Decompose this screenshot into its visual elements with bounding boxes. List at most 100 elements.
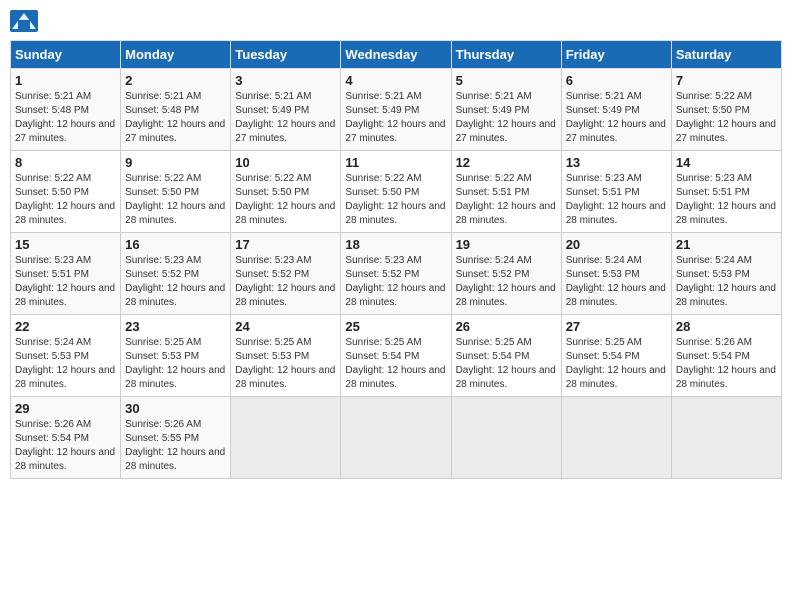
calendar-cell: 6Sunrise: 5:21 AMSunset: 5:49 PMDaylight… bbox=[561, 69, 671, 151]
day-number: 30 bbox=[125, 401, 226, 416]
day-info: Sunrise: 5:21 AMSunset: 5:49 PMDaylight:… bbox=[456, 90, 557, 146]
header-friday: Friday bbox=[561, 41, 671, 69]
calendar-cell: 2Sunrise: 5:21 AMSunset: 5:48 PMDaylight… bbox=[121, 69, 231, 151]
calendar-cell: 16 Sunrise: 5:23 AMSunset: 5:52 PMDayligh… bbox=[121, 233, 231, 315]
day-info: Sunrise: 5:22 AMSunset: 5:50 PMDaylight:… bbox=[235, 172, 336, 228]
calendar-cell: 30 Sunrise: 5:26 AMSunset: 5:55 PMDayligh… bbox=[121, 397, 231, 479]
calendar-cell: 7 Sunrise: 5:22 AMSunset: 5:50 PMDaylight… bbox=[671, 69, 781, 151]
calendar-row: 15 Sunrise: 5:23 AMSunset: 5:51 PMDayligh… bbox=[11, 233, 782, 315]
day-number: 25 bbox=[345, 319, 446, 334]
day-info: Sunrise: 5:23 AMSunset: 5:52 PMDaylight:… bbox=[235, 254, 336, 310]
day-number: 19 bbox=[456, 237, 557, 252]
day-number: 1 bbox=[15, 73, 116, 88]
day-info: Sunrise: 5:23 AMSunset: 5:51 PMDaylight:… bbox=[566, 172, 667, 228]
day-number: 5 bbox=[456, 73, 557, 88]
day-number: 23 bbox=[125, 319, 226, 334]
day-info: Sunrise: 5:22 AMSunset: 5:50 PMDaylight:… bbox=[125, 172, 226, 228]
day-info: Sunrise: 5:23 AMSunset: 5:51 PMDaylight:… bbox=[15, 254, 116, 310]
calendar-cell: 27 Sunrise: 5:25 AMSunset: 5:54 PMDayligh… bbox=[561, 315, 671, 397]
calendar-cell: 25 Sunrise: 5:25 AMSunset: 5:54 PMDayligh… bbox=[341, 315, 451, 397]
calendar-cell bbox=[671, 397, 781, 479]
calendar-cell: 21 Sunrise: 5:24 AMSunset: 5:53 PMDayligh… bbox=[671, 233, 781, 315]
day-info: Sunrise: 5:24 AMSunset: 5:52 PMDaylight:… bbox=[456, 254, 557, 310]
header-saturday: Saturday bbox=[671, 41, 781, 69]
day-number: 24 bbox=[235, 319, 336, 334]
day-number: 17 bbox=[235, 237, 336, 252]
day-info: Sunrise: 5:22 AMSunset: 5:50 PMDaylight:… bbox=[15, 172, 116, 228]
day-number: 22 bbox=[15, 319, 116, 334]
calendar-cell: 10 Sunrise: 5:22 AMSunset: 5:50 PMDayligh… bbox=[231, 151, 341, 233]
day-number: 15 bbox=[15, 237, 116, 252]
logo-icon bbox=[10, 10, 38, 32]
calendar-cell bbox=[341, 397, 451, 479]
day-number: 16 bbox=[125, 237, 226, 252]
day-info: Sunrise: 5:24 AMSunset: 5:53 PMDaylight:… bbox=[566, 254, 667, 310]
day-info: Sunrise: 5:21 AMSunset: 5:48 PMDaylight:… bbox=[15, 90, 116, 146]
day-info: Sunrise: 5:25 AMSunset: 5:54 PMDaylight:… bbox=[566, 336, 667, 392]
logo bbox=[10, 10, 42, 32]
day-info: Sunrise: 5:22 AMSunset: 5:50 PMDaylight:… bbox=[345, 172, 446, 228]
calendar-cell: 3 Sunrise: 5:21 AMSunset: 5:49 PMDaylight… bbox=[231, 69, 341, 151]
header-thursday: Thursday bbox=[451, 41, 561, 69]
day-info: Sunrise: 5:26 AMSunset: 5:54 PMDaylight:… bbox=[15, 418, 116, 474]
calendar-cell: 22 Sunrise: 5:24 AMSunset: 5:53 PMDayligh… bbox=[11, 315, 121, 397]
calendar-cell: 4 Sunrise: 5:21 AMSunset: 5:49 PMDaylight… bbox=[341, 69, 451, 151]
day-number: 21 bbox=[676, 237, 777, 252]
calendar-cell: 19 Sunrise: 5:24 AMSunset: 5:52 PMDayligh… bbox=[451, 233, 561, 315]
calendar-cell: 23 Sunrise: 5:25 AMSunset: 5:53 PMDayligh… bbox=[121, 315, 231, 397]
calendar-row: 1 Sunrise: 5:21 AMSunset: 5:48 PMDaylight… bbox=[11, 69, 782, 151]
calendar-cell: 17 Sunrise: 5:23 AMSunset: 5:52 PMDayligh… bbox=[231, 233, 341, 315]
day-number: 27 bbox=[566, 319, 667, 334]
calendar-cell: 18Sunrise: 5:23 AMSunset: 5:52 PMDayligh… bbox=[341, 233, 451, 315]
day-info: Sunrise: 5:24 AMSunset: 5:53 PMDaylight:… bbox=[676, 254, 777, 310]
header-wednesday: Wednesday bbox=[341, 41, 451, 69]
calendar-cell: 14Sunrise: 5:23 AMSunset: 5:51 PMDayligh… bbox=[671, 151, 781, 233]
day-info: Sunrise: 5:21 AMSunset: 5:48 PMDaylight:… bbox=[125, 90, 226, 146]
day-info: Sunrise: 5:22 AMSunset: 5:51 PMDaylight:… bbox=[456, 172, 557, 228]
calendar-cell: 20Sunrise: 5:24 AMSunset: 5:53 PMDayligh… bbox=[561, 233, 671, 315]
calendar-row: 22 Sunrise: 5:24 AMSunset: 5:53 PMDayligh… bbox=[11, 315, 782, 397]
day-info: Sunrise: 5:21 AMSunset: 5:49 PMDaylight:… bbox=[345, 90, 446, 146]
day-number: 7 bbox=[676, 73, 777, 88]
day-info: Sunrise: 5:23 AMSunset: 5:51 PMDaylight:… bbox=[676, 172, 777, 228]
day-info: Sunrise: 5:23 AMSunset: 5:52 PMDaylight:… bbox=[345, 254, 446, 310]
day-number: 9 bbox=[125, 155, 226, 170]
calendar-cell: 9 Sunrise: 5:22 AMSunset: 5:50 PMDaylight… bbox=[121, 151, 231, 233]
day-number: 3 bbox=[235, 73, 336, 88]
day-number: 10 bbox=[235, 155, 336, 170]
day-number: 11 bbox=[345, 155, 446, 170]
calendar-cell: 8 Sunrise: 5:22 AMSunset: 5:50 PMDaylight… bbox=[11, 151, 121, 233]
day-info: Sunrise: 5:25 AMSunset: 5:53 PMDaylight:… bbox=[125, 336, 226, 392]
calendar-cell: 28Sunrise: 5:26 AMSunset: 5:54 PMDayligh… bbox=[671, 315, 781, 397]
calendar-cell: 1 Sunrise: 5:21 AMSunset: 5:48 PMDaylight… bbox=[11, 69, 121, 151]
calendar-cell: 24 Sunrise: 5:25 AMSunset: 5:53 PMDayligh… bbox=[231, 315, 341, 397]
day-number: 4 bbox=[345, 73, 446, 88]
calendar-cell: 5 Sunrise: 5:21 AMSunset: 5:49 PMDaylight… bbox=[451, 69, 561, 151]
calendar-table: SundayMondayTuesdayWednesdayThursdayFrid… bbox=[10, 40, 782, 479]
day-number: 29 bbox=[15, 401, 116, 416]
day-info: Sunrise: 5:25 AMSunset: 5:54 PMDaylight:… bbox=[456, 336, 557, 392]
header-monday: Monday bbox=[121, 41, 231, 69]
day-number: 26 bbox=[456, 319, 557, 334]
day-number: 6 bbox=[566, 73, 667, 88]
day-number: 8 bbox=[15, 155, 116, 170]
day-info: Sunrise: 5:24 AMSunset: 5:53 PMDaylight:… bbox=[15, 336, 116, 392]
day-info: Sunrise: 5:25 AMSunset: 5:54 PMDaylight:… bbox=[345, 336, 446, 392]
day-number: 13 bbox=[566, 155, 667, 170]
day-info: Sunrise: 5:26 AMSunset: 5:55 PMDaylight:… bbox=[125, 418, 226, 474]
calendar-row: 8 Sunrise: 5:22 AMSunset: 5:50 PMDaylight… bbox=[11, 151, 782, 233]
day-info: Sunrise: 5:23 AMSunset: 5:52 PMDaylight:… bbox=[125, 254, 226, 310]
day-info: Sunrise: 5:22 AMSunset: 5:50 PMDaylight:… bbox=[676, 90, 777, 146]
day-info: Sunrise: 5:21 AMSunset: 5:49 PMDaylight:… bbox=[235, 90, 336, 146]
day-number: 12 bbox=[456, 155, 557, 170]
calendar-cell: 29 Sunrise: 5:26 AMSunset: 5:54 PMDayligh… bbox=[11, 397, 121, 479]
header-tuesday: Tuesday bbox=[231, 41, 341, 69]
calendar-cell: 11 Sunrise: 5:22 AMSunset: 5:50 PMDayligh… bbox=[341, 151, 451, 233]
calendar-cell bbox=[561, 397, 671, 479]
day-number: 28 bbox=[676, 319, 777, 334]
calendar-cell: 15 Sunrise: 5:23 AMSunset: 5:51 PMDayligh… bbox=[11, 233, 121, 315]
day-info: Sunrise: 5:25 AMSunset: 5:53 PMDaylight:… bbox=[235, 336, 336, 392]
calendar-row: 29 Sunrise: 5:26 AMSunset: 5:54 PMDayligh… bbox=[11, 397, 782, 479]
calendar-cell bbox=[231, 397, 341, 479]
page-header bbox=[10, 10, 782, 32]
